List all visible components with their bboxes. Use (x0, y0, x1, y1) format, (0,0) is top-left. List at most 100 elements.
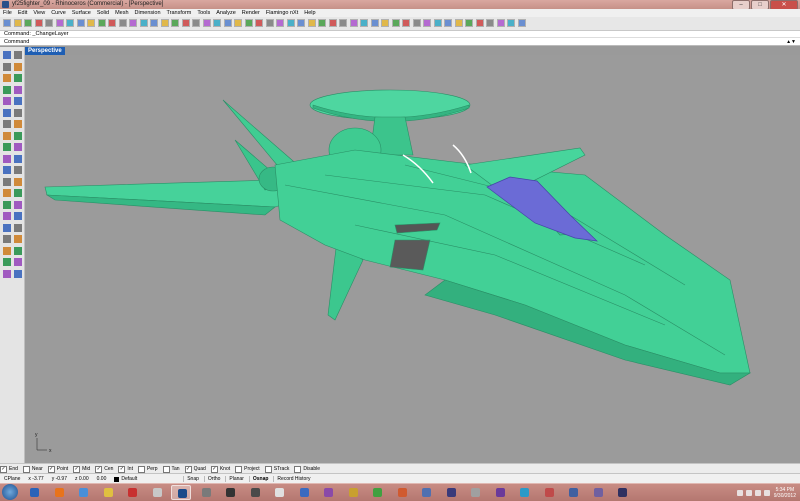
command-line[interactable]: Command ▲▼ (0, 38, 800, 46)
side-tool-icon[interactable] (3, 120, 11, 128)
toolbar-tool-icon[interactable] (507, 19, 515, 27)
taskbar-app-button[interactable] (416, 485, 436, 500)
taskbar-app-button[interactable] (220, 485, 240, 500)
clock[interactable]: 5:34 PM 9/30/2012 (774, 487, 796, 499)
side-tool-icon[interactable] (3, 212, 11, 220)
side-tool-icon[interactable] (14, 200, 22, 209)
toolbar-tool-icon[interactable] (339, 19, 347, 27)
toolbar-tool-icon[interactable] (3, 19, 11, 27)
checkbox[interactable] (162, 465, 170, 473)
scroll-arrows-icon[interactable]: ▲▼ (786, 38, 796, 46)
taskbar-app-button[interactable] (49, 485, 69, 500)
menu-render[interactable]: Render (239, 9, 263, 17)
toolbar-tool-icon[interactable] (160, 19, 169, 27)
record-history-pane[interactable]: Record History (273, 476, 313, 482)
side-tool-icon[interactable] (3, 143, 11, 151)
side-tool-icon[interactable] (3, 131, 11, 140)
toolbar-tool-icon[interactable] (328, 19, 337, 27)
toolbar-tool-icon[interactable] (108, 19, 116, 27)
toolbar-tool-icon[interactable] (255, 19, 263, 27)
taskbar-app-button[interactable] (98, 485, 118, 500)
toolbar-tool-icon[interactable] (76, 19, 85, 27)
side-tool-icon[interactable] (14, 85, 22, 94)
volume-icon[interactable] (763, 489, 770, 496)
side-tool-icon[interactable] (3, 269, 11, 278)
menu-help[interactable]: Help (301, 9, 318, 17)
toolbar-tool-icon[interactable] (97, 19, 106, 27)
planar-pane[interactable]: Planar (225, 476, 246, 482)
osnap-near[interactable]: Near (22, 465, 43, 473)
checkbox[interactable] (235, 465, 243, 473)
side-tool-icon[interactable] (14, 74, 22, 82)
osnap-tan[interactable]: Tan (162, 465, 180, 473)
menu-edit[interactable]: Edit (15, 9, 30, 17)
taskbar-app-button[interactable] (343, 485, 363, 500)
side-tool-icon[interactable] (3, 177, 11, 186)
taskbar-app-button[interactable] (122, 485, 142, 500)
taskbar-app-button[interactable] (294, 485, 314, 500)
taskbar-app-button[interactable] (367, 485, 387, 500)
menu-view[interactable]: View (30, 9, 48, 17)
ortho-pane[interactable]: Ortho (203, 476, 224, 482)
taskbar-app-button[interactable] (441, 485, 461, 500)
toolbar-tool-icon[interactable] (192, 19, 200, 27)
taskbar-app-button[interactable] (514, 485, 534, 500)
menu-mesh[interactable]: Mesh (112, 9, 131, 17)
toolbar-tool-icon[interactable] (391, 19, 400, 27)
side-tool-icon[interactable] (3, 223, 11, 232)
side-tool-icon[interactable] (14, 166, 22, 174)
taskbar-app-button[interactable] (539, 485, 559, 500)
side-tool-icon[interactable] (3, 85, 11, 94)
menu-file[interactable]: File (0, 9, 15, 17)
toolbar-tool-icon[interactable] (517, 19, 526, 27)
side-tool-icon[interactable] (3, 108, 11, 117)
taskbar-app-button[interactable] (24, 485, 44, 500)
taskbar-app-button[interactable] (392, 485, 412, 500)
osnap-end[interactable]: ✓ End (0, 465, 18, 473)
side-tool-icon[interactable] (14, 223, 22, 232)
osnap-knot[interactable]: ✓ Knot (210, 465, 230, 473)
checkbox[interactable]: ✓ (118, 465, 126, 473)
start-button[interactable] (2, 484, 18, 500)
checkbox[interactable]: ✓ (73, 465, 81, 473)
toolbar-tool-icon[interactable] (318, 19, 326, 27)
toolbar-tool-icon[interactable] (223, 19, 232, 27)
side-tool-icon[interactable] (3, 235, 11, 243)
toolbar-tool-icon[interactable] (349, 19, 358, 27)
toolbar-tool-icon[interactable] (13, 19, 22, 27)
toolbar-tool-icon[interactable] (433, 19, 442, 27)
osnap-pane[interactable]: Osnap (248, 476, 272, 482)
viewport-tab-perspective[interactable]: Perspective (25, 47, 65, 55)
side-tool-icon[interactable] (14, 246, 22, 255)
toolbar-tool-icon[interactable] (139, 19, 148, 27)
osnap-point[interactable]: ✓ Point (47, 465, 68, 473)
toolbar-tool-icon[interactable] (181, 19, 190, 27)
toolbar-tool-icon[interactable] (276, 19, 284, 27)
checkbox[interactable] (294, 465, 302, 473)
taskbar-app-button[interactable] (318, 485, 338, 500)
taskbar-app-button[interactable] (563, 485, 583, 500)
side-tool-icon[interactable] (14, 131, 22, 140)
side-tool-icon[interactable] (3, 154, 11, 163)
checkbox[interactable]: ✓ (0, 465, 7, 473)
checkbox[interactable]: ✓ (184, 465, 192, 473)
osnap-disable[interactable]: Disable (294, 465, 320, 473)
side-tool-icon[interactable] (14, 235, 22, 243)
menu-flamingo[interactable]: Flamingo nXt (263, 9, 301, 17)
side-tool-icon[interactable] (3, 97, 11, 105)
osnap-perp[interactable]: Perp (137, 465, 158, 473)
side-tool-icon[interactable] (14, 97, 22, 105)
checkbox[interactable]: ✓ (95, 465, 103, 473)
side-tool-icon[interactable] (14, 258, 22, 266)
toolbar-tool-icon[interactable] (297, 19, 305, 27)
toolbar-tool-icon[interactable] (202, 19, 211, 27)
checkbox[interactable]: ✓ (210, 465, 218, 473)
toolbar-tool-icon[interactable] (360, 19, 368, 27)
checkbox[interactable] (22, 465, 30, 473)
toolbar-tool-icon[interactable] (370, 19, 379, 27)
toolbar-tool-icon[interactable] (475, 19, 484, 27)
tray-icon[interactable] (745, 489, 752, 496)
taskbar-app-button[interactable] (465, 485, 485, 500)
taskbar-app-button[interactable] (490, 485, 510, 500)
side-tool-icon[interactable] (3, 200, 11, 209)
